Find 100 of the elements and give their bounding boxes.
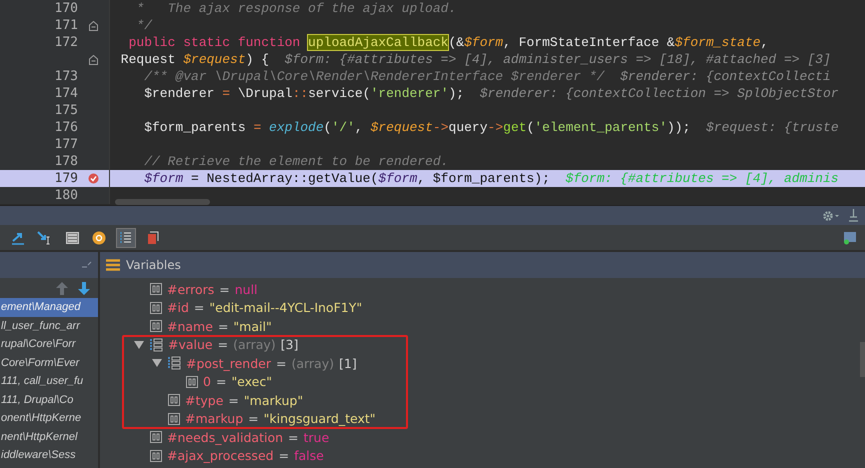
equals-sign: =	[228, 392, 239, 408]
scrollbar-thumb[interactable]	[860, 342, 865, 377]
code-line: $form_parents = explode('/', $request->query->get('element_parents')); $request: {truste	[143, 119, 839, 136]
stack-frame[interactable]: rupal\Core\Forr	[0, 335, 98, 354]
field-icon	[150, 320, 162, 332]
stack-frame[interactable]: 111, call_user_fu	[0, 372, 98, 390]
variable-value: "edit-mail--4YCL-InoF1Y"	[209, 300, 362, 316]
code-line: public static function uploadAjaxCallback(&$form, FormStateInterface &$form_state,	[128, 34, 768, 51]
image-icon[interactable]	[843, 230, 857, 244]
stack-frame[interactable]: nent\HttpKernel	[0, 428, 98, 446]
line-number: 170	[54, 1, 79, 16]
variable-count: [1]	[338, 356, 357, 371]
stack-frame[interactable]: onent\HttpKerne	[0, 409, 98, 428]
list-icon	[119, 230, 133, 244]
equals-sign: =	[218, 318, 228, 334]
variable-name: #value	[168, 337, 213, 352]
line-number: 171	[54, 18, 79, 33]
variable-row[interactable]: #ajax_processed = false	[150, 446, 324, 465]
variable-name: #id	[167, 300, 189, 316]
code-line: $form = NestedArray::getValue($form, $form_parents); $form: {#attributes => [4], adminis	[143, 170, 839, 187]
fold-icon[interactable]	[88, 20, 98, 30]
code-line: // Retrieve the element to be rendered.	[143, 153, 448, 170]
stack-frame[interactable]: ll_user_func_arr	[0, 316, 98, 335]
stack-frame[interactable]: ement\Managed	[0, 298, 98, 316]
variable-row[interactable]: #value = (array) [3]	[150, 336, 298, 354]
array-icon	[150, 338, 163, 352]
variable-row[interactable]: #needs_validation = true	[150, 428, 330, 446]
view-toggle-button[interactable]	[116, 228, 136, 248]
variable-value: "markup"	[244, 392, 304, 408]
variable-value: false	[294, 448, 324, 464]
line-number: 175	[54, 103, 79, 118]
line-number: 173	[54, 69, 79, 84]
arrow-icon	[11, 230, 25, 244]
code-line: /** @var \Drupal\Core\Render\RendererInterface $renderer */ $renderer: {contextCollecti	[143, 68, 831, 85]
scrollbar-thumb[interactable]	[115, 199, 210, 205]
field-icon	[186, 376, 198, 388]
array-icon	[168, 356, 181, 370]
variable-value: "kingsguard_text"	[264, 411, 376, 426]
document-icon	[147, 230, 159, 244]
equals-sign: =	[219, 282, 230, 297]
field-icon	[168, 412, 180, 425]
pin-icon[interactable]	[848, 209, 859, 222]
variable-value: "mail"	[233, 318, 272, 334]
variable-count: [3]	[280, 337, 298, 352]
variable-value: true	[304, 430, 330, 445]
variable-name: #type	[185, 392, 224, 408]
variable-value: null	[234, 282, 258, 297]
variable-row[interactable]: #errors = null	[150, 280, 258, 298]
breakpoint-icon[interactable]	[88, 173, 98, 184]
line-number: 177	[54, 137, 79, 152]
variable-value: "exec"	[231, 374, 272, 390]
variable-name: #needs_validation	[167, 430, 284, 445]
variable-type: (array)	[291, 356, 334, 371]
expand-toggle[interactable]	[133, 338, 145, 351]
list-icon	[106, 259, 120, 271]
variable-row[interactable]: 0 = "exec"	[186, 372, 272, 391]
variable-name: #errors	[167, 282, 214, 297]
stack-frame[interactable]: iddleware\Sess	[0, 446, 98, 464]
field-icon	[168, 394, 180, 406]
line-number: 174	[54, 86, 79, 101]
fold-icon[interactable]	[88, 54, 98, 64]
variable-row[interactable]: #id = "edit-mail--4YCL-InoF1Y"	[150, 298, 362, 317]
variable-row[interactable]: #type = "markup"	[168, 391, 304, 410]
variable-name: #markup	[185, 411, 244, 426]
variable-name: #post_render	[186, 356, 271, 371]
equals-sign: =	[216, 374, 226, 390]
equals-sign: =	[278, 448, 290, 464]
equals-sign: =	[194, 300, 204, 316]
down-arrow-icon[interactable]	[78, 282, 90, 294]
code-line: $renderer = \Drupal::service('renderer'); $renderer: {contextCollection => SplObjectStor	[143, 85, 839, 102]
variable-row[interactable]: #name = "mail"	[150, 317, 272, 336]
field-icon	[150, 283, 162, 296]
line-number: 179	[54, 171, 79, 186]
equals-sign: =	[218, 337, 228, 352]
variable-name: #ajax_processed	[167, 448, 274, 464]
field-icon	[150, 302, 162, 314]
code-line: * The ajax response of the ajax upload.	[135, 0, 456, 17]
line-number: 176	[54, 120, 79, 135]
line-number: 172	[54, 35, 79, 50]
stack-frame[interactable]: Core\Form\Ever	[0, 354, 98, 372]
settings-icon[interactable]	[822, 210, 840, 222]
stack-frame[interactable]: 111, Drupal\Co	[0, 390, 98, 409]
equals-sign: =	[276, 356, 286, 371]
calculator-icon	[66, 232, 78, 244]
expand-toggle[interactable]	[151, 357, 163, 370]
panel-title: Variables	[126, 258, 181, 272]
variable-type: (array)	[233, 337, 276, 352]
variable-name: 0	[203, 374, 211, 390]
equals-sign: =	[248, 411, 259, 426]
collapse-icon[interactable]	[82, 261, 92, 269]
variable-row[interactable]: #markup = "kingsguard_text"	[168, 410, 376, 428]
field-icon	[150, 450, 162, 462]
line-number: 180	[54, 188, 79, 203]
field-icon	[150, 431, 162, 444]
code-line: Request $request) { $form: {#attributes => [4], administer_users => [18], #attached => [3]	[120, 51, 831, 68]
code-line: */	[135, 17, 152, 34]
variable-row[interactable]: #post_render = (array) [1]	[168, 354, 357, 372]
equals-sign: =	[288, 430, 298, 445]
line-number: 178	[54, 154, 79, 169]
variable-name: #name	[167, 318, 213, 334]
